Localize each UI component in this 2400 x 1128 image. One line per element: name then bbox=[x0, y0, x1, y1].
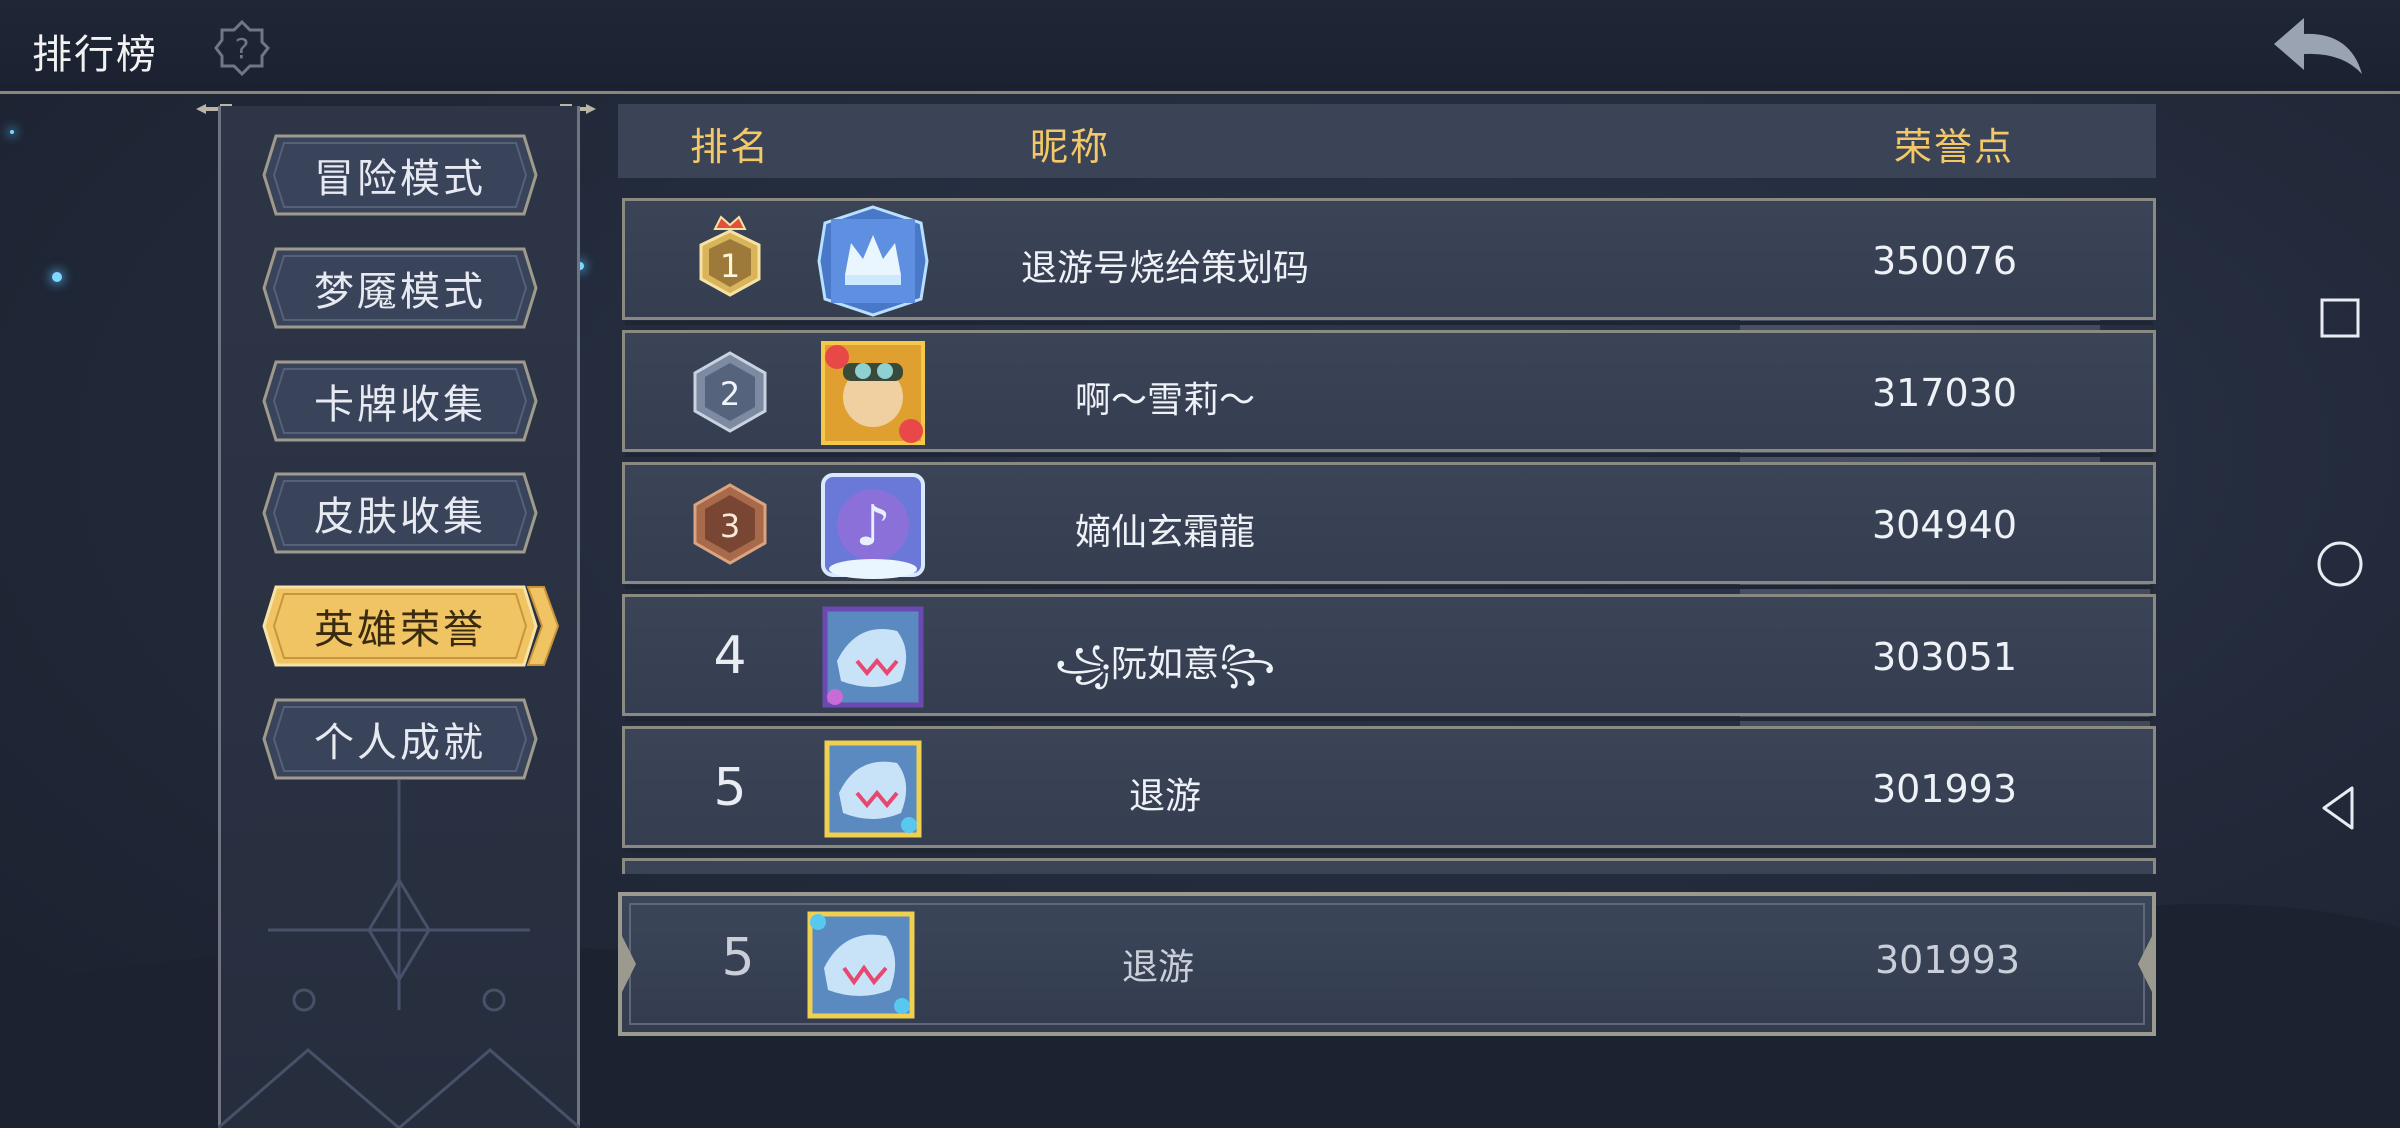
ice-dragon-gold-frame-avatar-icon bbox=[824, 740, 922, 838]
silver-badge-icon: 2 bbox=[693, 351, 767, 433]
sidebar-item-label: 皮肤收集 bbox=[314, 494, 486, 540]
rank-badge: 1 bbox=[685, 215, 775, 305]
table-row[interactable]: 5 退游 301993 bbox=[622, 726, 2156, 853]
rank-number: 4 bbox=[713, 626, 747, 686]
goggles-girl-avatar-icon bbox=[821, 341, 925, 445]
player-nickname: 退游 bbox=[1128, 776, 1201, 817]
column-header-rank: 排名 bbox=[690, 125, 771, 169]
honor-points: 304940 bbox=[1871, 503, 2017, 547]
rank-number: 1 bbox=[720, 247, 740, 285]
my-rank-row: 5 退游 301993 bbox=[618, 892, 2156, 1036]
column-header-nickname: 昵称 bbox=[1030, 125, 1111, 169]
honor-points: 350076 bbox=[1871, 239, 2017, 283]
ice-dragon-gold-frame-avatar-icon bbox=[807, 911, 915, 1019]
star-sparkle bbox=[10, 130, 14, 134]
page-title: 排行榜 bbox=[32, 32, 158, 78]
column-header-points: 荣誉点 bbox=[1894, 125, 2015, 169]
table-row-partial[interactable] bbox=[622, 858, 2156, 874]
top-bar: 排行榜 ? bbox=[0, 0, 2400, 94]
my-honor-points: 301993 bbox=[1874, 938, 2020, 982]
home-circle-icon[interactable] bbox=[2310, 534, 2370, 594]
back-triangle-icon[interactable] bbox=[2310, 778, 2370, 838]
sidebar-item-hero-honor[interactable]: 英雄荣誉 bbox=[262, 583, 562, 669]
my-rank-number: 5 bbox=[721, 928, 755, 988]
svg-text:♪: ♪ bbox=[855, 494, 891, 559]
sidebar-item-label: 卡牌收集 bbox=[314, 382, 486, 428]
leaderboard-header: 排名 昵称 荣誉点 bbox=[618, 104, 2156, 178]
table-row[interactable]: 2 啊～雪莉～ 317030 bbox=[622, 330, 2156, 457]
sidebar-item-card-collection[interactable]: 卡牌收集 bbox=[262, 358, 538, 444]
ice-crown-avatar-icon bbox=[817, 205, 929, 317]
leaderboard-list[interactable]: 1 退游号烧给策划码 350076 2 啊～雪莉～ 317030 3 ♪ 嫡仙玄… bbox=[618, 190, 2156, 874]
player-nickname: 退游号烧给策划码 bbox=[1020, 248, 1309, 289]
sidebar-item-label: 梦魇模式 bbox=[314, 269, 486, 315]
rank-number: 2 bbox=[720, 375, 740, 413]
my-nickname: 退游 bbox=[1121, 947, 1194, 988]
question-gear-icon[interactable]: ? bbox=[214, 20, 270, 76]
table-row[interactable]: 3 ♪ 嫡仙玄霜龍 304940 bbox=[622, 462, 2156, 589]
honor-points: 317030 bbox=[1871, 371, 2017, 415]
gold-crown-badge-icon: 1 bbox=[699, 215, 761, 297]
sidebar-item-personal-achievements[interactable]: 个人成就 bbox=[262, 696, 538, 782]
sidebar-item-label: 英雄荣誉 bbox=[314, 607, 486, 653]
sidebar-item-adventure-mode[interactable]: 冒险模式 bbox=[262, 132, 538, 218]
sidebar-item-label: 个人成就 bbox=[314, 720, 486, 766]
table-row[interactable]: 4 ꧁阮如意꧂ 303051 bbox=[622, 594, 2156, 721]
rank-badge: 3 bbox=[685, 479, 775, 569]
honor-points: 301993 bbox=[1871, 767, 2017, 811]
svg-text:?: ? bbox=[235, 32, 250, 65]
back-arrow-icon[interactable] bbox=[2270, 14, 2366, 82]
sidebar-item-skin-collection[interactable]: 皮肤收集 bbox=[262, 470, 538, 556]
sidebar-item-label: 冒险模式 bbox=[314, 156, 486, 202]
honor-points: 303051 bbox=[1871, 635, 2017, 679]
rank-number: 3 bbox=[720, 507, 740, 545]
player-nickname: 嫡仙玄霜龍 bbox=[1074, 512, 1255, 553]
rank-number: 5 bbox=[713, 758, 747, 818]
banner-ornament-icon bbox=[218, 780, 580, 1128]
bronze-badge-icon: 3 bbox=[693, 483, 767, 565]
ice-dragon-avatar-icon bbox=[822, 606, 924, 708]
player-nickname: ꧁阮如意꧂ bbox=[1054, 644, 1276, 685]
table-row[interactable]: 1 退游号烧给策划码 350076 bbox=[622, 198, 2156, 325]
sidebar-item-nightmare-mode[interactable]: 梦魇模式 bbox=[262, 245, 538, 331]
star-sparkle bbox=[52, 272, 62, 282]
music-note-avatar-icon: ♪ bbox=[821, 473, 925, 579]
player-nickname: 啊～雪莉～ bbox=[1074, 380, 1255, 421]
rank-badge: 2 bbox=[685, 347, 775, 437]
recents-square-icon[interactable] bbox=[2310, 288, 2370, 348]
